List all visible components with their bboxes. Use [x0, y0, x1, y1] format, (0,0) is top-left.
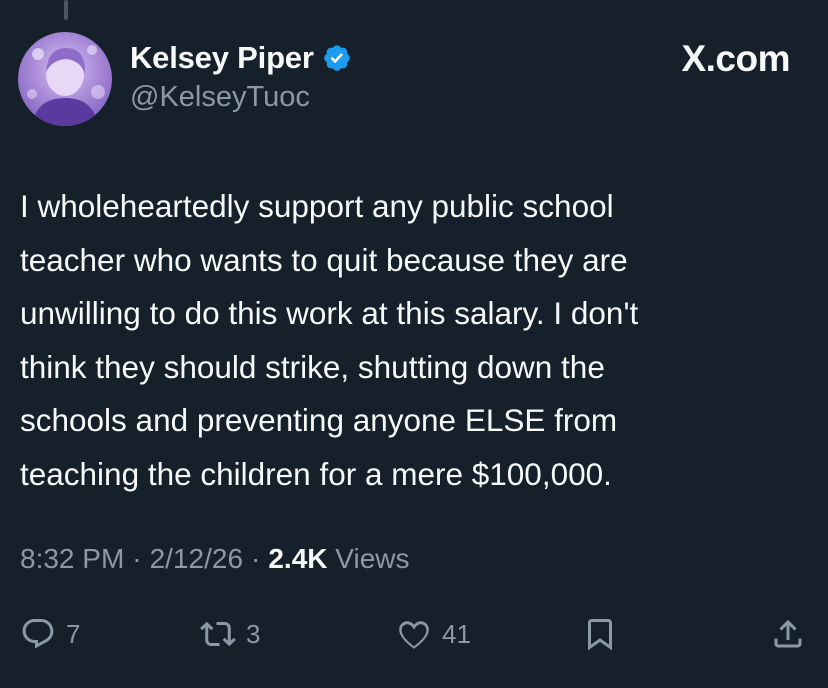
tweet-card: Kelsey Piper @KelseyTuoc X.com I wholehe…	[0, 0, 828, 688]
avatar-portrait-icon	[27, 45, 105, 126]
x-com-logo: X.com	[681, 38, 790, 79]
reply-button[interactable]: 7	[20, 612, 80, 656]
bookmark-button[interactable]	[582, 612, 618, 656]
reply-count: 7	[66, 618, 81, 649]
like-button[interactable]: 41	[396, 612, 471, 656]
meta-separator: ·	[251, 543, 261, 574]
author-display-name[interactable]: Kelsey Piper	[130, 40, 314, 76]
tweet-actions-bar: 7 3 41	[0, 612, 828, 656]
retweet-icon	[200, 621, 236, 647]
share-button[interactable]	[770, 612, 806, 656]
bookmark-icon	[588, 619, 612, 651]
tweet-date[interactable]: 2/12/26	[150, 543, 243, 575]
views-label: Views	[335, 543, 410, 574]
like-count: 41	[442, 618, 471, 649]
retweet-button[interactable]: 3	[200, 612, 260, 656]
tweet-text: I wholeheartedly support any public scho…	[20, 188, 639, 492]
retweet-count: 3	[246, 618, 261, 649]
heart-icon	[399, 621, 429, 649]
tweet-meta: 8:32 PM · 2/12/26 · 2.4K Views	[20, 543, 409, 575]
share-icon	[774, 619, 802, 648]
avatar[interactable]	[18, 32, 112, 126]
reply-icon	[22, 619, 54, 649]
meta-separator: ·	[132, 543, 142, 574]
tweet-time[interactable]: 8:32 PM	[20, 543, 124, 575]
author-handle[interactable]: @KelseyTuoc	[130, 81, 310, 114]
thread-connector-line	[64, 0, 68, 20]
views-count: 2.4K	[268, 543, 328, 574]
verified-badge-icon	[322, 43, 352, 73]
